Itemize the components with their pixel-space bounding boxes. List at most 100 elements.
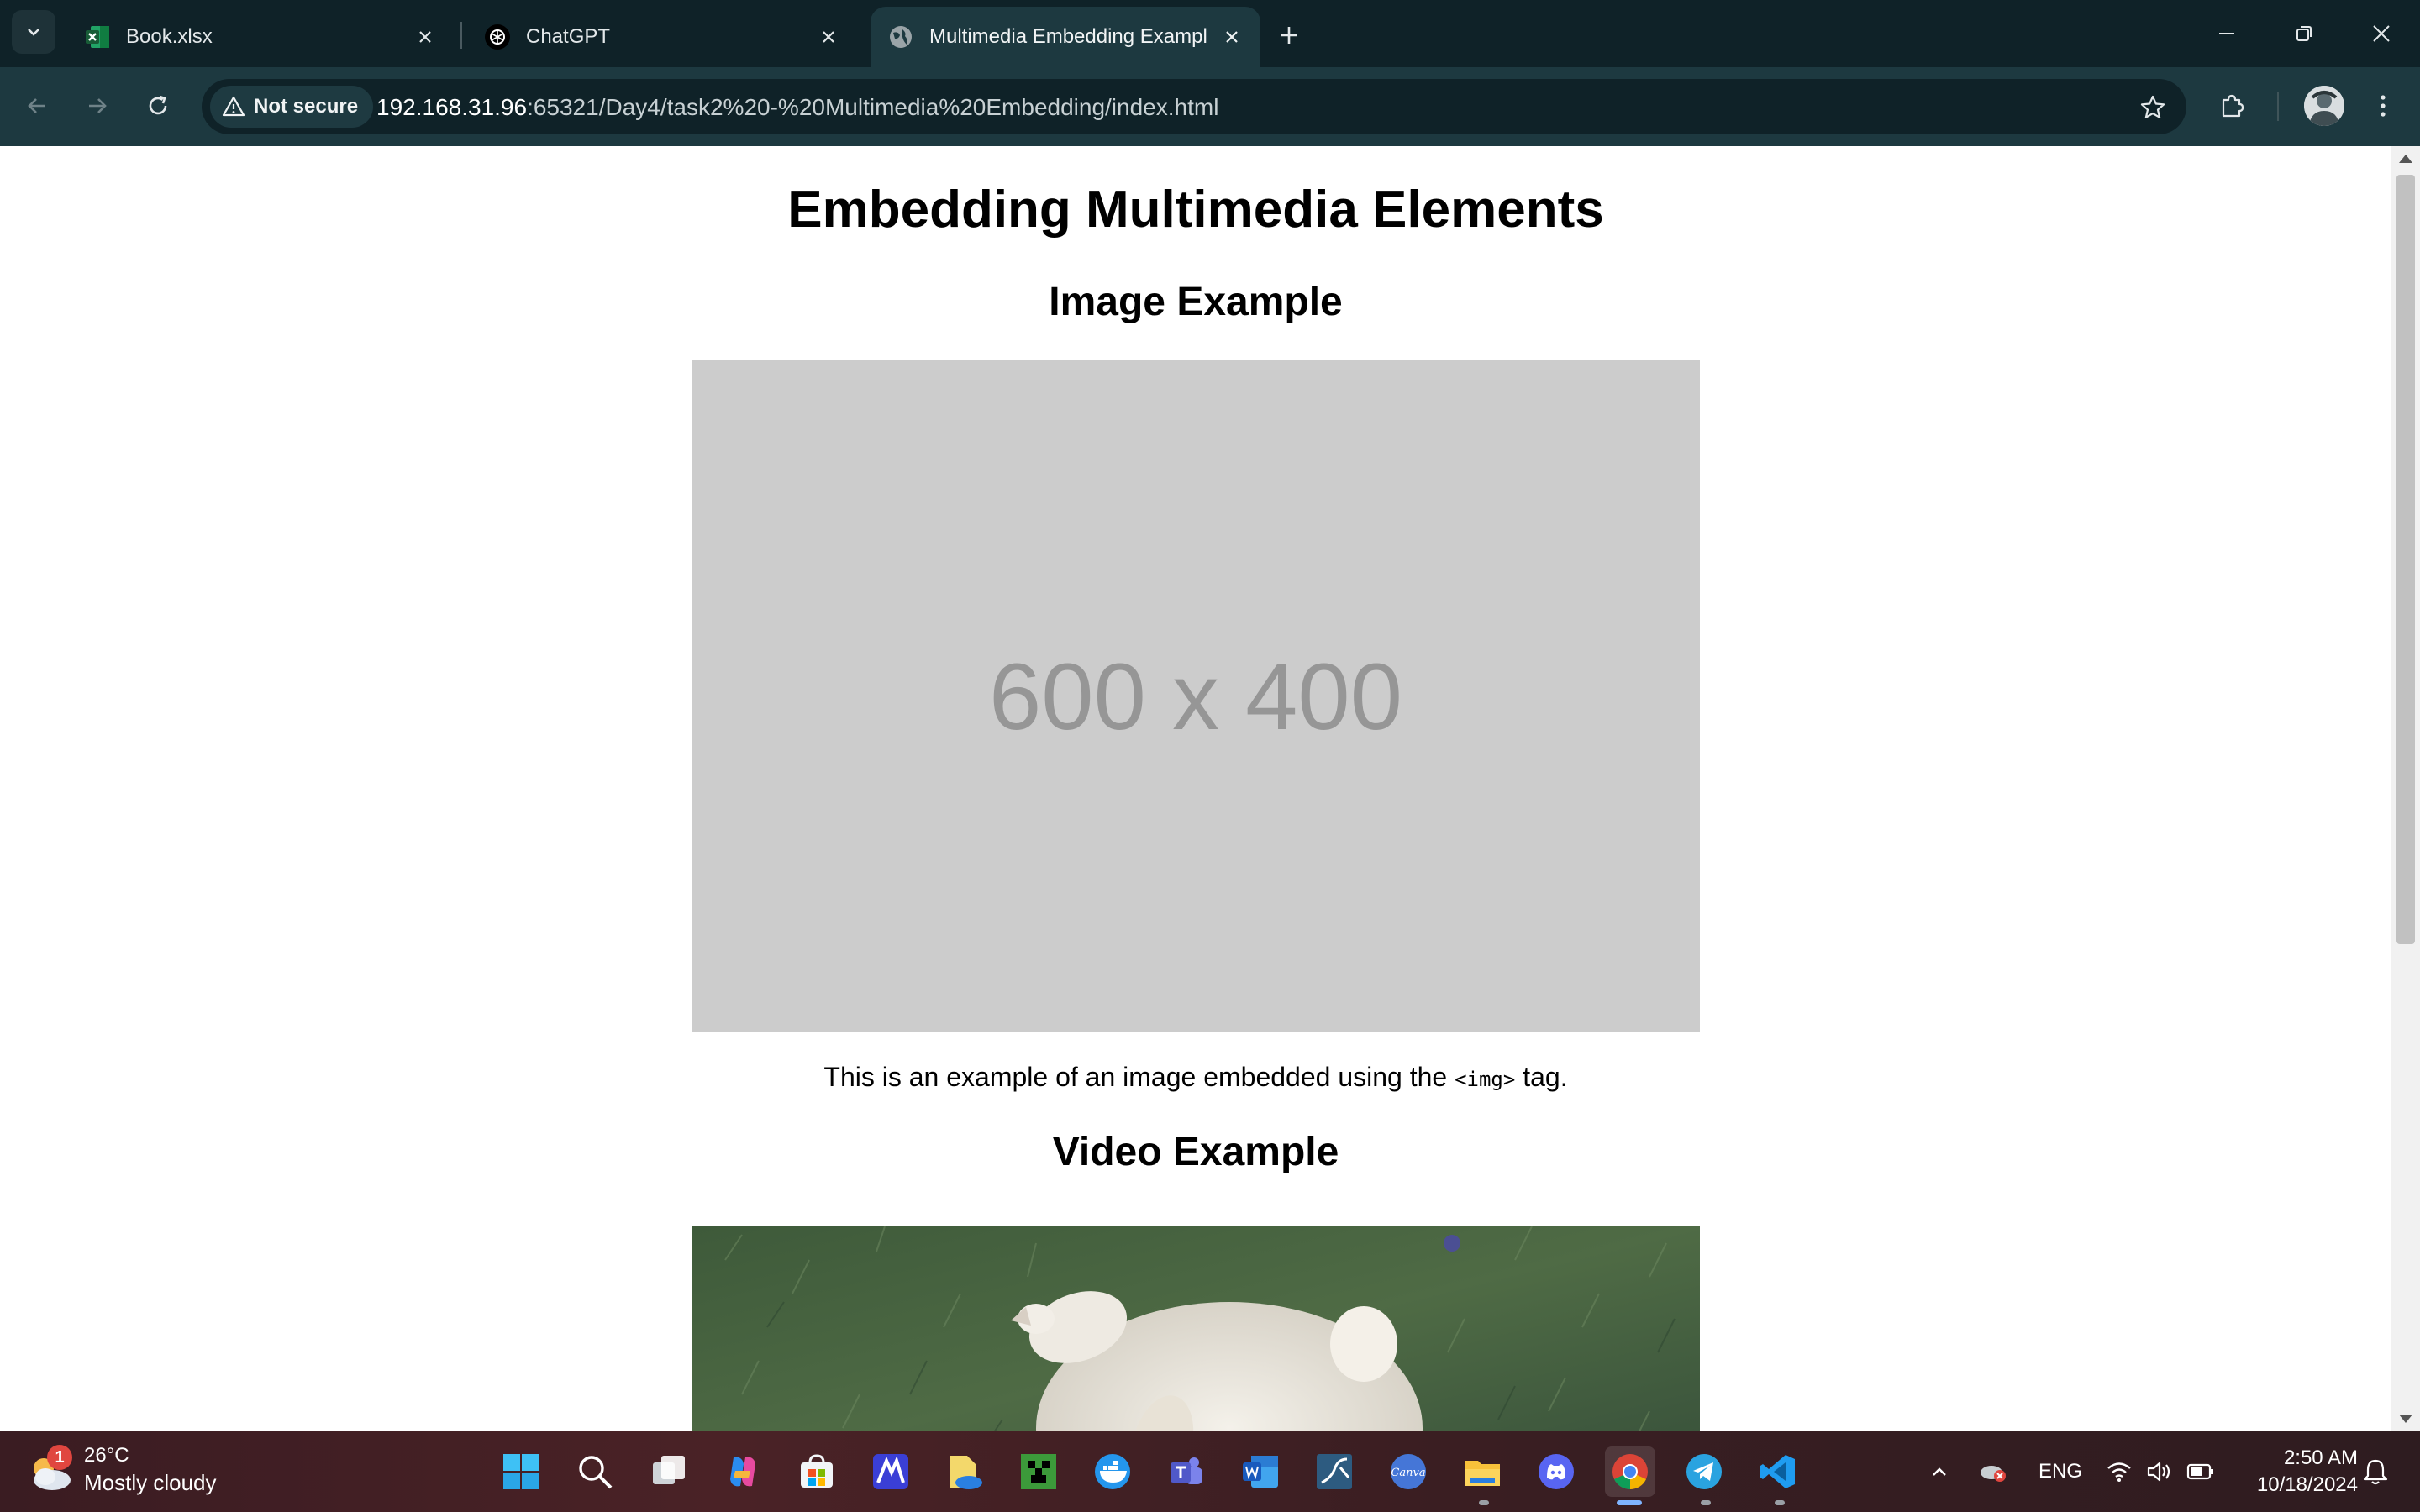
more-vertical-icon <box>2381 95 2386 117</box>
restore-icon <box>2296 26 2312 41</box>
tab-title: ChatGPT <box>526 25 611 48</box>
file-cloud-icon <box>950 1456 982 1489</box>
running-indicator <box>1479 1500 1489 1505</box>
cloud-error-icon <box>1981 1466 2006 1482</box>
svg-text:Canva: Canva <box>1391 1467 1425 1479</box>
search-icon <box>579 1456 613 1489</box>
warning-icon <box>222 96 245 117</box>
wifi-status[interactable] <box>2106 1431 2133 1512</box>
onedrive-status[interactable] <box>1978 1431 2008 1512</box>
close-icon[interactable] <box>813 22 844 52</box>
tab-multimedia-embedding[interactable]: Multimedia Embedding Exampl <box>871 7 1260 67</box>
restore-button[interactable] <box>2286 15 2323 52</box>
microsoft-store-button[interactable] <box>792 1446 842 1497</box>
vscode-button[interactable] <box>1753 1446 1803 1497</box>
chrome-button[interactable] <box>1605 1446 1655 1497</box>
copilot-icon <box>730 1457 755 1487</box>
minecraft-button[interactable] <box>1013 1446 1064 1497</box>
reload-icon <box>149 95 167 115</box>
system-clock[interactable]: 2:50 AM 10/18/2024 <box>2235 1445 2358 1499</box>
tab-search-button[interactable] <box>12 10 55 54</box>
task-view-icon <box>653 1456 685 1484</box>
task-view-button[interactable] <box>644 1446 694 1497</box>
word-button[interactable] <box>1235 1446 1286 1497</box>
vscode-icon <box>1760 1455 1795 1488</box>
search-button[interactable] <box>570 1446 620 1497</box>
url-text[interactable]: 192.168.31.96:65321/Day4/task2%20-%20Mul… <box>376 94 1218 121</box>
video-section-heading: Video Example <box>1052 1130 1339 1174</box>
toolbar-divider <box>2277 92 2279 121</box>
minimize-icon <box>2219 33 2234 34</box>
show-hidden-icons-button[interactable] <box>1929 1431 1949 1512</box>
close-window-button[interactable] <box>2363 15 2400 52</box>
scroll-down-icon[interactable] <box>2399 1415 2412 1423</box>
close-icon <box>2373 25 2390 42</box>
teams-button[interactable] <box>1161 1446 1212 1497</box>
creeper-icon <box>1021 1454 1056 1489</box>
profile-avatar[interactable] <box>2304 86 2344 126</box>
scroll-up-icon[interactable] <box>2399 155 2412 163</box>
onedrive-files-button[interactable] <box>939 1446 990 1497</box>
page-title: Embedding Multimedia Elements <box>787 181 1604 239</box>
telegram-button[interactable] <box>1679 1446 1729 1497</box>
page-scrollbar[interactable] <box>2391 146 2420 1431</box>
clock-time: 2:50 AM <box>2283 1446 2358 1469</box>
chevron-down-icon <box>28 29 39 36</box>
security-indicator[interactable]: Not secure <box>210 86 374 128</box>
scroll-thumb[interactable] <box>2396 175 2415 944</box>
battery-icon <box>2186 1463 2213 1480</box>
clock-date: 10/18/2024 <box>2256 1473 2358 1496</box>
close-icon[interactable] <box>410 22 440 52</box>
mysql-workbench-icon <box>1317 1454 1352 1489</box>
windows-logo-icon <box>503 1454 539 1489</box>
chatgpt-icon <box>484 24 511 50</box>
mysql-workbench-button[interactable] <box>1309 1446 1360 1497</box>
tab-strip: Book.xlsx ChatGPT Multimedia Embedding E… <box>0 0 2420 67</box>
back-button[interactable] <box>17 86 57 126</box>
extensions-button[interactable] <box>2212 86 2252 126</box>
running-indicator <box>1775 1500 1785 1505</box>
weather-temperature: 26°C <box>84 1444 129 1467</box>
placeholder-label: 600 x 400 <box>989 643 1402 749</box>
active-indicator <box>1617 1500 1642 1505</box>
bookmark-button[interactable] <box>2136 91 2170 124</box>
weather-condition: Mostly cloudy <box>84 1470 217 1495</box>
store-icon <box>801 1454 833 1488</box>
url-path: :65321/Day4/task2%20-%20Multimedia%20Emb… <box>527 94 1219 120</box>
weather-widget[interactable]: 1 26°C Mostly cloudy <box>25 1443 217 1497</box>
docker-button[interactable] <box>1087 1446 1138 1497</box>
new-tab-button[interactable] <box>1270 17 1307 54</box>
copilot-button[interactable] <box>718 1446 768 1497</box>
tab-divider <box>460 22 462 49</box>
close-icon[interactable] <box>1217 22 1247 52</box>
caption-text-after: tag. <box>1515 1062 1568 1092</box>
image-section-heading: Image Example <box>1049 280 1343 324</box>
mathpix-button[interactable] <box>865 1446 916 1497</box>
browser-menu-button[interactable] <box>2363 86 2403 126</box>
video-player[interactable] <box>692 1226 1700 1431</box>
canva-icon: Canva <box>1391 1454 1426 1489</box>
language-indicator[interactable]: ENG <box>2039 1431 2082 1512</box>
address-bar[interactable]: Not secure 192.168.31.96:65321/Day4/task… <box>202 79 2186 134</box>
start-button[interactable] <box>496 1446 546 1497</box>
globe-icon <box>887 24 914 50</box>
discord-icon <box>1539 1454 1574 1489</box>
tab-book-xlsx[interactable]: Book.xlsx <box>67 7 454 67</box>
file-explorer-button[interactable] <box>1457 1446 1507 1497</box>
discord-button[interactable] <box>1531 1446 1581 1497</box>
reload-button[interactable] <box>138 86 178 126</box>
notifications-button[interactable] <box>2363 1431 2388 1512</box>
excel-icon <box>84 24 111 50</box>
arrow-right-icon <box>89 98 107 113</box>
plus-icon <box>1281 27 1297 44</box>
caption-text-before: This is an example of an image embedded … <box>823 1062 1455 1092</box>
battery-status[interactable] <box>2186 1431 2215 1512</box>
volume-status[interactable] <box>2146 1431 2171 1512</box>
word-icon <box>1243 1456 1278 1488</box>
canva-button[interactable]: Canva <box>1383 1446 1434 1497</box>
tab-title: Book.xlsx <box>126 25 213 48</box>
tab-chatgpt[interactable]: ChatGPT <box>467 7 857 67</box>
forward-button[interactable] <box>77 86 118 126</box>
telegram-icon <box>1686 1454 1722 1489</box>
minimize-button[interactable] <box>2208 15 2245 52</box>
